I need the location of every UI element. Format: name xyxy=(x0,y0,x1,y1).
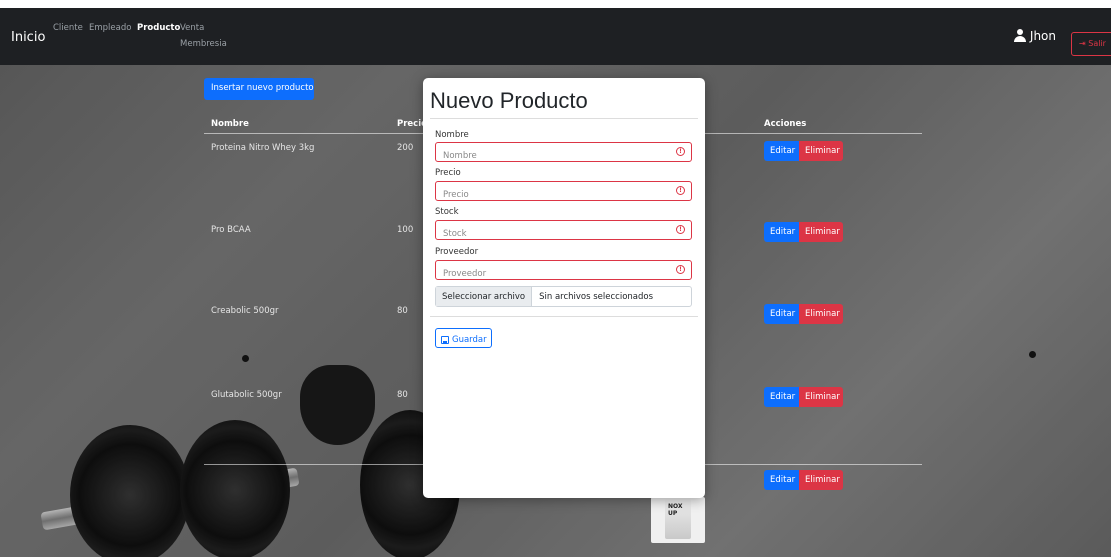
wall-bolt xyxy=(1029,351,1036,358)
delete-button[interactable]: Eliminar xyxy=(799,141,843,161)
top-margin xyxy=(0,0,1111,8)
nav-brand-inicio[interactable]: Inicio xyxy=(11,30,45,45)
cell-nombre-3: Creabolic 500gr xyxy=(211,306,279,316)
proveedor-input[interactable] xyxy=(436,265,661,283)
precio-field[interactable]: ! xyxy=(435,181,692,204)
product-image-label: NOX UP xyxy=(668,503,683,517)
app-window: Inicio Cliente Empleado Producto Venta M… xyxy=(0,0,1111,557)
nombre-input[interactable] xyxy=(436,147,661,165)
logout-icon: ⇥ xyxy=(1079,39,1089,48)
label-proveedor: Proveedor xyxy=(435,247,479,257)
new-product-modal: Nuevo Producto Nombre ! Precio ! Stock !… xyxy=(423,78,705,498)
label-precio: Precio xyxy=(435,168,461,178)
table-divider xyxy=(204,133,423,134)
invalid-icon: ! xyxy=(676,225,685,234)
edit-button[interactable]: Editar xyxy=(764,304,799,324)
delete-button[interactable]: Eliminar xyxy=(799,470,843,490)
cell-precio-3: 80 xyxy=(397,306,408,316)
edit-button[interactable]: Editar xyxy=(764,387,799,407)
edit-button[interactable]: Editar xyxy=(764,470,799,490)
stock-input[interactable] xyxy=(436,225,661,243)
delete-button[interactable]: Eliminar xyxy=(799,304,843,324)
wall-bolt xyxy=(242,355,249,362)
product-image: NOX UP xyxy=(651,497,705,543)
table-divider xyxy=(705,464,922,465)
nav-link-cliente[interactable]: Cliente xyxy=(53,23,83,33)
cell-precio-1: 200 xyxy=(397,143,414,153)
save-label: Guardar xyxy=(452,335,487,345)
edit-button[interactable]: Editar xyxy=(764,141,799,161)
logout-label: Salir xyxy=(1088,39,1106,48)
delete-button[interactable]: Eliminar xyxy=(799,222,843,242)
edit-button[interactable]: Editar xyxy=(764,222,799,242)
table-divider xyxy=(705,133,922,134)
modal-divider xyxy=(430,118,698,119)
nav-link-membresia[interactable]: Membresia xyxy=(180,39,227,49)
col-header-nombre: Nombre xyxy=(211,119,249,129)
nav-link-empleado[interactable]: Empleado xyxy=(89,23,131,33)
invalid-icon: ! xyxy=(676,186,685,195)
cell-nombre-4: Glutabolic 500gr xyxy=(211,390,282,400)
modal-title: Nuevo Producto xyxy=(430,88,588,113)
insert-product-button[interactable]: Insertar nuevo producto xyxy=(204,78,314,100)
logout-button[interactable]: ⇥ Salir xyxy=(1071,32,1111,56)
cell-nombre-1: Proteina Nitro Whey 3kg xyxy=(211,143,315,153)
nav-link-venta[interactable]: Venta xyxy=(180,23,204,33)
navbar: Inicio Cliente Empleado Producto Venta M… xyxy=(0,8,1111,65)
delete-button[interactable]: Eliminar xyxy=(799,387,843,407)
label-nombre: Nombre xyxy=(435,130,469,140)
file-input[interactable]: Seleccionar archivo Sin archivos selecci… xyxy=(435,286,692,307)
label-stock: Stock xyxy=(435,207,459,217)
product-image-tub: NOX UP xyxy=(665,499,691,539)
file-status: Sin archivos seleccionados xyxy=(539,292,654,302)
invalid-icon: ! xyxy=(676,147,685,156)
table-divider xyxy=(204,464,423,465)
cell-precio-2: 100 xyxy=(397,225,414,235)
user-menu[interactable]: Jhon xyxy=(1013,29,1056,43)
precio-input[interactable] xyxy=(436,186,661,204)
user-name: Jhon xyxy=(1029,29,1056,43)
modal-divider xyxy=(430,316,698,317)
nav-link-producto[interactable]: Producto xyxy=(137,23,180,33)
cell-precio-4: 80 xyxy=(397,390,408,400)
nombre-field[interactable]: ! xyxy=(435,142,692,165)
proveedor-field[interactable]: ! xyxy=(435,260,692,283)
user-icon xyxy=(1013,29,1027,43)
save-icon xyxy=(441,336,449,344)
cell-nombre-2: Pro BCAA xyxy=(211,225,251,235)
choose-file-button[interactable]: Seleccionar archivo xyxy=(436,287,533,306)
stock-field[interactable]: ! xyxy=(435,220,692,243)
col-header-acciones: Acciones xyxy=(764,119,807,129)
save-button[interactable]: Guardar xyxy=(435,328,492,348)
invalid-icon: ! xyxy=(676,265,685,274)
